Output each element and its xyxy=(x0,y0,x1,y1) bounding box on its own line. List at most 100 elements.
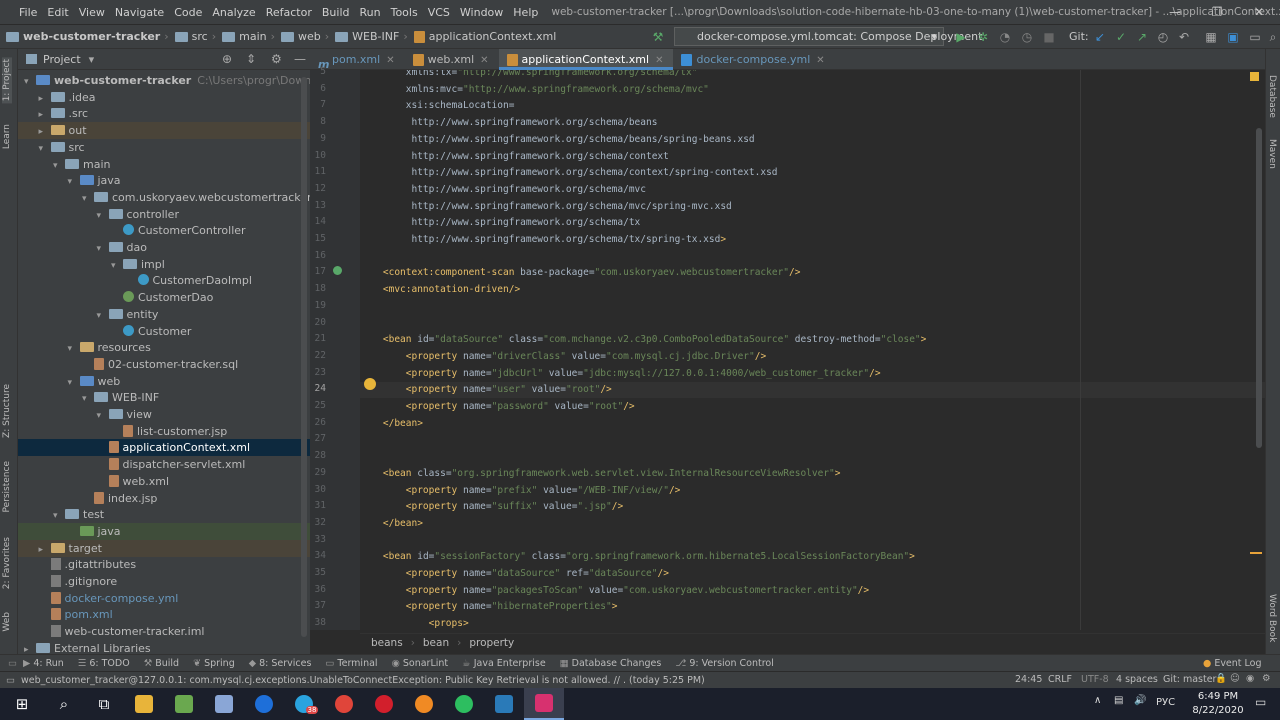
tool-window-6-todo[interactable]: ☰ 6: TODO xyxy=(78,658,130,669)
menu-refactor[interactable]: Refactor xyxy=(261,6,317,19)
tree-node[interactable]: ▸ target xyxy=(18,539,310,557)
menu-file[interactable]: File xyxy=(14,6,42,19)
line-number[interactable]: 16 xyxy=(310,250,326,261)
event-log-button[interactable]: ● Event Log xyxy=(1203,658,1262,669)
caret-position[interactable]: 24:45 xyxy=(1015,674,1042,685)
translate-icon[interactable]: ▣ xyxy=(1225,29,1241,45)
close-tab-icon[interactable]: ✕ xyxy=(816,55,824,66)
tree-node[interactable]: docker-compose.yml xyxy=(18,590,178,607)
tree-node[interactable]: ▾ src xyxy=(18,139,85,156)
tool-window-java-enterprise[interactable]: ☕ Java Enterprise xyxy=(462,658,546,669)
line-number[interactable]: 11 xyxy=(310,166,326,177)
line-number[interactable]: 24 xyxy=(310,383,326,394)
code-line[interactable]: <props> xyxy=(360,616,469,630)
line-number[interactable]: 5 xyxy=(310,66,326,77)
line-number[interactable]: 33 xyxy=(310,534,326,545)
git-update-icon[interactable]: ↙ xyxy=(1092,29,1108,45)
tool-window-8-services[interactable]: ◆ 8: Services xyxy=(249,658,312,669)
word-book-tool-button[interactable]: Word Book xyxy=(1267,594,1277,642)
code-line[interactable]: http://www.springframework.org/schema/co… xyxy=(360,149,668,165)
line-number[interactable]: 34 xyxy=(310,550,326,561)
tab-web-xml[interactable]: web.xml ✕ xyxy=(405,49,499,70)
windows-start-icon[interactable]: ⊞ xyxy=(0,688,44,720)
code-line[interactable]: <bean id="sessionFactory" class="org.spr… xyxy=(360,549,915,565)
line-number[interactable]: 30 xyxy=(310,484,326,495)
tree-node[interactable]: Customer xyxy=(18,323,191,340)
history-icon[interactable]: ◴ xyxy=(1155,29,1171,45)
breadcrumb-item[interactable]: web-customer-tracker xyxy=(23,30,160,43)
line-number[interactable]: 37 xyxy=(310,600,326,611)
locate-icon[interactable]: ⊕ xyxy=(222,52,232,66)
tree-node[interactable]: ▾ java xyxy=(18,172,121,189)
code-line[interactable]: <bean class="org.springframework.web.ser… xyxy=(360,466,841,482)
code-line[interactable]: xmlns:tx="http://www.springframework.org… xyxy=(360,70,698,81)
menu-help[interactable]: Help xyxy=(508,6,543,19)
code-line[interactable]: http://www.springframework.org/schema/mv… xyxy=(360,199,731,215)
learn-tool-button[interactable]: Learn xyxy=(2,124,12,149)
line-number[interactable]: 17 xyxy=(310,266,326,277)
notepad-icon[interactable] xyxy=(164,688,204,720)
code-line[interactable]: xsi:schemaLocation= xyxy=(360,98,515,114)
close-tab-icon[interactable]: ✕ xyxy=(386,55,394,66)
run-configuration-select[interactable]: docker-compose.yml.tomcat: Compose Deplo… xyxy=(674,27,982,46)
tool-window-toggle-icon[interactable]: ▭ xyxy=(8,658,17,669)
line-number[interactable]: 12 xyxy=(310,183,326,194)
tree-node[interactable]: ▾ entity xyxy=(18,306,159,323)
tree-node[interactable]: ▾ controller xyxy=(18,206,179,223)
collapse-all-icon[interactable]: ⇕ xyxy=(246,52,256,66)
chrome-icon[interactable] xyxy=(324,688,364,720)
rollback-icon[interactable]: ↶ xyxy=(1176,29,1192,45)
persistence-tool-button[interactable]: Persistence xyxy=(2,461,12,512)
intention-bulb-icon[interactable] xyxy=(364,378,376,390)
intellij-icon[interactable] xyxy=(524,688,564,720)
tree-node[interactable]: ▾ impl xyxy=(18,256,165,273)
tree-node[interactable]: CustomerController xyxy=(18,222,246,239)
tab-docker-compose-yml[interactable]: docker-compose.yml ✕ xyxy=(673,49,834,70)
line-number[interactable]: 18 xyxy=(310,283,326,294)
line-number[interactable]: 32 xyxy=(310,517,326,528)
tool-window-sonarlint[interactable]: ◉ SonarLint xyxy=(392,658,449,669)
tree-node[interactable]: CustomerDaoImpl xyxy=(18,272,252,289)
code-line[interactable]: http://www.springframework.org/schema/tx xyxy=(360,215,640,231)
evernote-icon[interactable] xyxy=(444,688,484,720)
project-structure-icon[interactable]: ▦ xyxy=(1203,29,1219,45)
code-line[interactable]: <property name="driverClass" value="com.… xyxy=(360,349,766,365)
menu-tools[interactable]: Tools xyxy=(386,6,423,19)
crumb-beans[interactable]: beans xyxy=(371,637,403,649)
coverage-icon[interactable]: ◔ xyxy=(997,29,1013,45)
code-line[interactable]: http://www.springframework.org/schema/co… xyxy=(360,165,777,181)
tool-window-build[interactable]: ⚒ Build xyxy=(144,658,179,669)
line-number[interactable]: 35 xyxy=(310,567,326,578)
tree-node[interactable]: ▸ .idea xyxy=(18,89,96,106)
tree-node[interactable]: ▾ main xyxy=(18,156,110,173)
tree-node[interactable]: applicationContext.xml xyxy=(18,439,310,457)
line-number[interactable]: 27 xyxy=(310,433,326,444)
tree-node[interactable]: .gitignore xyxy=(18,573,117,590)
clock[interactable]: 6:49 PM 8/22/2020 xyxy=(1190,690,1246,718)
code-line[interactable]: <bean id="dataSource" class="com.mchange… xyxy=(360,332,926,348)
memory-icon[interactable]: ◉ xyxy=(1246,673,1254,684)
favorites-tool-button[interactable]: 2: Favorites xyxy=(2,537,12,589)
code-line[interactable]: <mvc:annotation-driven/> xyxy=(360,282,520,298)
line-number[interactable]: 26 xyxy=(310,417,326,428)
tool-window-terminal[interactable]: ▭ Terminal xyxy=(325,658,377,669)
structure-tool-button[interactable]: Z: Structure xyxy=(2,384,12,438)
line-number[interactable]: 14 xyxy=(310,216,326,227)
tree-scrollbar[interactable] xyxy=(301,77,307,637)
line-number[interactable]: 22 xyxy=(310,350,326,361)
tree-node[interactable]: ▾ test xyxy=(18,506,104,523)
code-line[interactable]: <property name="jdbcUrl" value="jdbc:mys… xyxy=(360,366,881,382)
notification-center-icon[interactable]: ▭ xyxy=(1255,695,1266,709)
tool-window-4-run[interactable]: ▶ 4: Run xyxy=(23,658,64,669)
menu-build[interactable]: Build xyxy=(317,6,355,19)
line-number[interactable]: 10 xyxy=(310,150,326,161)
code-line[interactable]: http://www.springframework.org/schema/be… xyxy=(360,132,754,148)
teamviewer-icon[interactable] xyxy=(244,688,284,720)
breadcrumb-item[interactable]: main xyxy=(239,30,266,43)
maven-tool-button[interactable]: Maven xyxy=(1267,139,1277,169)
line-number[interactable]: 8 xyxy=(310,116,326,127)
line-number[interactable]: 31 xyxy=(310,500,326,511)
gear-icon[interactable]: ⚙ xyxy=(271,52,282,66)
close-tab-icon[interactable]: ✕ xyxy=(655,55,663,66)
crumb-bean[interactable]: bean xyxy=(423,637,449,649)
